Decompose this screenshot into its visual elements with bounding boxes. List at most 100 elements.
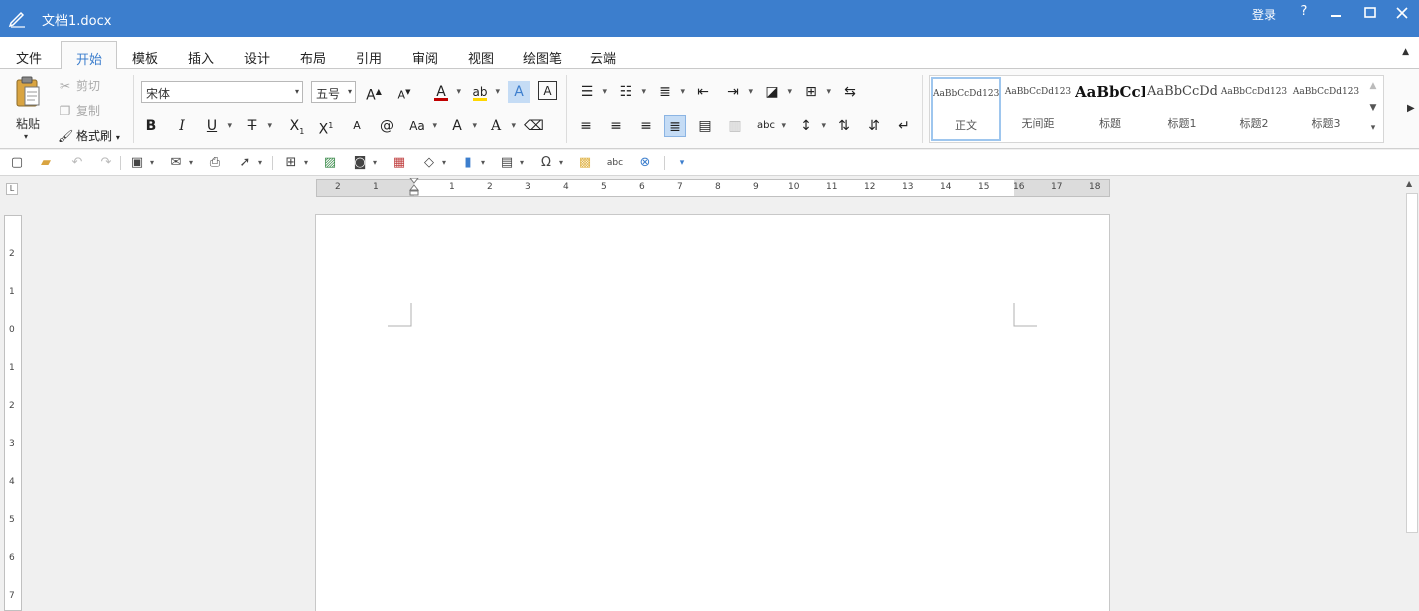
- sticky-note-icon[interactable]: ▩: [576, 154, 594, 172]
- line-spacing-icon[interactable]: ↕: [795, 115, 826, 137]
- document-page[interactable]: [315, 214, 1110, 611]
- bold-button[interactable]: B: [140, 115, 162, 137]
- char-spacing-button[interactable]: A: [446, 115, 477, 137]
- vertical-scrollbar[interactable]: ▲: [1403, 177, 1419, 611]
- tab-design[interactable]: 设计: [244, 48, 270, 67]
- shading-icon[interactable]: ◪: [761, 81, 792, 103]
- para-spacing-before-icon[interactable]: ⇅: [833, 115, 855, 137]
- format-painter-button[interactable]: 🖌 格式刷 ▾: [58, 127, 120, 144]
- char-border-button[interactable]: A: [538, 81, 557, 100]
- scrollbar-thumb[interactable]: [1406, 193, 1418, 533]
- collapse-ribbon-icon[interactable]: ▲: [1402, 47, 1409, 57]
- scroll-down-icon[interactable]: ▼: [1366, 103, 1380, 113]
- minimize-icon[interactable]: [1326, 4, 1346, 22]
- borders-icon[interactable]: ⊞: [800, 81, 831, 103]
- shapes-grid-icon[interactable]: ▦: [390, 154, 408, 172]
- font-color-button[interactable]: A: [430, 81, 461, 103]
- underline-button[interactable]: U: [201, 115, 232, 137]
- undo-icon[interactable]: ↶: [68, 154, 86, 172]
- tab-cloud[interactable]: 云端: [590, 48, 616, 67]
- screenshot-icon[interactable]: ◙: [351, 154, 377, 172]
- strikethrough-button[interactable]: T: [241, 115, 272, 137]
- tab-references[interactable]: 引用: [356, 48, 382, 67]
- char-scale-icon[interactable]: abc: [755, 115, 786, 137]
- scroll-up-icon[interactable]: ▲: [1366, 81, 1380, 91]
- close-icon[interactable]: [1392, 4, 1412, 22]
- tab-draw[interactable]: 绘图笔: [523, 48, 562, 67]
- indent-marker-icon[interactable]: [409, 178, 419, 196]
- shrink-font-button[interactable]: A▼: [393, 81, 415, 103]
- text-effect-button[interactable]: A: [508, 81, 530, 103]
- chevron-right-icon[interactable]: ▶: [1407, 103, 1415, 114]
- tab-review[interactable]: 审阅: [412, 48, 438, 67]
- help-button[interactable]: ?: [1294, 4, 1314, 22]
- shapes-icon[interactable]: ◇: [420, 154, 446, 172]
- maximize-icon[interactable]: [1360, 4, 1380, 22]
- tab-template[interactable]: 模板: [132, 48, 158, 67]
- phonetic-guide-button[interactable]: A: [346, 115, 368, 137]
- vertical-ruler[interactable]: 2 1 0 1 2 3 4 5 6 7: [4, 215, 22, 611]
- subscript-button[interactable]: X1: [286, 115, 308, 137]
- select-pointer-icon[interactable]: ➚: [236, 154, 262, 172]
- tab-view[interactable]: 视图: [468, 48, 494, 67]
- horizontal-ruler[interactable]: 2 1 1 2 3 4 5 6 7 8 9 10 11 12 13 14 15 …: [316, 178, 1110, 197]
- italic-button[interactable]: I: [171, 115, 193, 137]
- cut-button[interactable]: ✂ 剪切: [58, 77, 100, 94]
- increase-indent-icon[interactable]: ⇥: [722, 81, 753, 103]
- text-direction-icon[interactable]: ⇆: [839, 81, 861, 103]
- style-heading1[interactable]: AaBbCcDd1 标题1: [1147, 77, 1217, 141]
- scroll-up-icon[interactable]: ▲: [1406, 179, 1412, 188]
- numbered-list-icon[interactable]: ☷: [615, 81, 646, 103]
- paste-button[interactable]: 粘贴 ▾: [10, 75, 46, 143]
- text-outline-button[interactable]: A: [485, 115, 516, 137]
- save-icon[interactable]: ▣: [128, 154, 154, 172]
- para-spacing-after-icon[interactable]: ⇵: [863, 115, 885, 137]
- word-count-icon[interactable]: abc: [606, 154, 624, 172]
- style-heading2[interactable]: AaBbCcDd123 标题2: [1219, 77, 1289, 141]
- align-left-icon[interactable]: ≡: [575, 115, 597, 137]
- align-right-icon[interactable]: ≡: [635, 115, 657, 137]
- more-styles-icon[interactable]: ▾: [1366, 123, 1380, 133]
- login-button[interactable]: 登录: [1252, 6, 1276, 23]
- mail-icon[interactable]: ✉: [167, 154, 193, 172]
- tab-home[interactable]: 开始: [61, 41, 118, 70]
- redo-icon[interactable]: ↷: [97, 154, 115, 172]
- chart-icon[interactable]: ▮: [459, 154, 485, 172]
- style-no-spacing[interactable]: AaBbCcDd123 无间距: [1003, 77, 1073, 141]
- font-family-select[interactable]: 宋体 ▾: [141, 81, 303, 103]
- highlight-button[interactable]: ab: [469, 81, 501, 103]
- multilevel-list-icon[interactable]: ≣: [654, 81, 685, 103]
- copy-button[interactable]: ❐ 复制: [58, 102, 100, 119]
- table-icon[interactable]: ⊞: [282, 154, 308, 172]
- print-icon[interactable]: ⎙: [206, 154, 224, 172]
- paste-dropdown-icon[interactable]: ▾: [24, 132, 28, 141]
- format-painter-dropdown-icon[interactable]: ▾: [116, 133, 120, 142]
- column-icon[interactable]: ▥: [724, 115, 746, 137]
- open-folder-icon[interactable]: ▰: [37, 154, 55, 172]
- superscript-button[interactable]: X1: [315, 115, 337, 138]
- distributed-icon[interactable]: ▤: [694, 115, 716, 137]
- tab-stop-selector[interactable]: L: [6, 183, 18, 195]
- grow-font-button[interactable]: A▲: [363, 81, 385, 104]
- font-size-select[interactable]: 五号 ▾: [311, 81, 356, 103]
- enclose-char-button[interactable]: @: [376, 115, 398, 137]
- tab-layout[interactable]: 布局: [300, 48, 326, 67]
- bullet-list-icon[interactable]: ☰: [576, 81, 607, 103]
- line-break-icon[interactable]: ↵: [893, 115, 915, 137]
- align-center-icon[interactable]: ≡: [605, 115, 627, 137]
- tab-insert[interactable]: 插入: [188, 48, 214, 67]
- new-document-icon[interactable]: ▢: [8, 154, 26, 172]
- style-title[interactable]: AaBbCcI 标题: [1075, 77, 1145, 141]
- customize-toolbar-icon[interactable]: ▾: [673, 154, 691, 172]
- style-heading3[interactable]: AaBbCcDd123 标题3: [1291, 77, 1361, 141]
- change-case-button[interactable]: Aa: [406, 115, 437, 137]
- symbol-omega-icon[interactable]: Ω: [537, 154, 563, 172]
- decrease-indent-icon[interactable]: ⇤: [692, 81, 714, 103]
- link-icon[interactable]: ⊗: [636, 154, 654, 172]
- justify-icon[interactable]: ≣: [664, 115, 686, 137]
- style-normal[interactable]: AaBbCcDd123 正文: [931, 77, 1001, 141]
- clear-format-icon[interactable]: ⌫: [523, 115, 545, 137]
- textbox-icon[interactable]: ▤: [498, 154, 524, 172]
- tab-file[interactable]: 文件: [16, 48, 42, 67]
- picture-icon[interactable]: ▨: [321, 154, 339, 172]
